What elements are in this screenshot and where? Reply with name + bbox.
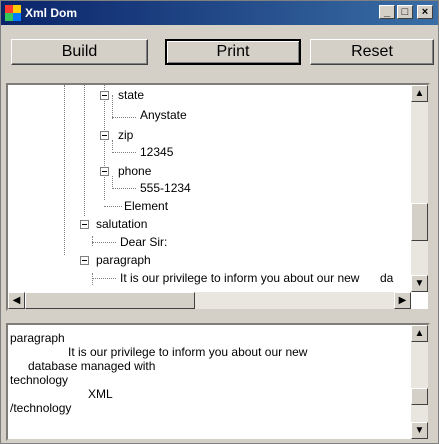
output-textarea[interactable]: paragraph It is our privilege to inform … (6, 323, 430, 441)
collapse-node-icon[interactable] (100, 167, 109, 176)
tree-connector-line (104, 206, 122, 207)
tree-connector-line (92, 242, 116, 243)
tree-node[interactable]: Anystate (140, 108, 187, 122)
collapse-node-icon[interactable] (100, 91, 109, 100)
xml-tree-view[interactable]: state Anystate zip 12345 phone 555-1234 … (6, 83, 430, 311)
output-line: technology (10, 373, 69, 387)
window-title: Xml Dom (25, 6, 78, 20)
tree-connector-line (104, 85, 105, 200)
tree-node-overflow[interactable]: da (380, 271, 393, 285)
close-button[interactable]: × (417, 5, 433, 19)
minimize-button[interactable]: _ (379, 5, 395, 19)
down-arrow-icon[interactable]: ▼ (411, 422, 428, 439)
vertical-scrollbar[interactable]: ▲ ▼ (411, 85, 428, 292)
tree-node[interactable]: 12345 (140, 145, 173, 159)
output-line: XML (88, 387, 113, 401)
collapse-node-icon[interactable] (80, 220, 89, 229)
tree-node[interactable]: Dear Sir: (120, 235, 167, 249)
app-icon (5, 5, 21, 21)
output-line: /technology (10, 401, 72, 415)
tree-node[interactable]: phone (118, 164, 151, 178)
tree-connector-line (112, 176, 113, 187)
tree-connector-line (64, 85, 65, 255)
title-bar[interactable]: Xml Dom _ □ × (1, 1, 438, 25)
tree-node[interactable]: paragraph (96, 253, 151, 267)
app-window: Xml Dom _ □ × Build Print Reset state An… (0, 0, 439, 444)
tree-node[interactable]: state (118, 88, 144, 102)
tree-node[interactable]: 555-1234 (140, 181, 191, 195)
tree-node[interactable]: Element (124, 199, 168, 213)
tree-connector-line (92, 273, 93, 285)
tree-node[interactable]: salutation (96, 217, 147, 231)
output-line: It is our privilege to inform you about … (68, 345, 308, 359)
tree-connector-line (92, 236, 93, 246)
collapse-node-icon[interactable] (100, 131, 109, 140)
tree-connector-line (112, 140, 113, 150)
tree-connector-line (112, 188, 136, 189)
left-arrow-icon[interactable]: ◀ (8, 292, 25, 309)
up-arrow-icon[interactable]: ▲ (411, 85, 428, 102)
tree-connector-line (112, 152, 136, 153)
output-line: database managed with (28, 359, 156, 373)
collapse-node-icon[interactable] (80, 256, 89, 265)
build-button[interactable]: Build (11, 39, 148, 65)
down-arrow-icon[interactable]: ▼ (411, 275, 428, 292)
tree-node[interactable]: zip (118, 128, 133, 142)
tree-connector-line (84, 85, 85, 216)
reset-button[interactable]: Reset (310, 39, 434, 65)
tree-connector-line (92, 278, 116, 279)
maximize-button[interactable]: □ (397, 5, 413, 19)
up-arrow-icon[interactable]: ▲ (411, 325, 428, 342)
horizontal-scroll-thumb[interactable] (25, 292, 195, 309)
print-button[interactable]: Print (165, 39, 301, 65)
output-line: paragraph (10, 331, 65, 345)
tree-node[interactable]: It is our privilege to inform you about … (120, 271, 359, 285)
vertical-scroll-thumb[interactable] (411, 203, 428, 241)
horizontal-scrollbar[interactable]: ◀ ▶ (8, 292, 411, 309)
right-arrow-icon[interactable]: ▶ (394, 292, 411, 309)
output-vertical-scrollbar[interactable]: ▲ ▼ (411, 325, 428, 439)
output-scroll-thumb[interactable] (411, 388, 428, 405)
tree-connector-line (112, 95, 113, 119)
tree-connector-line (112, 117, 136, 118)
